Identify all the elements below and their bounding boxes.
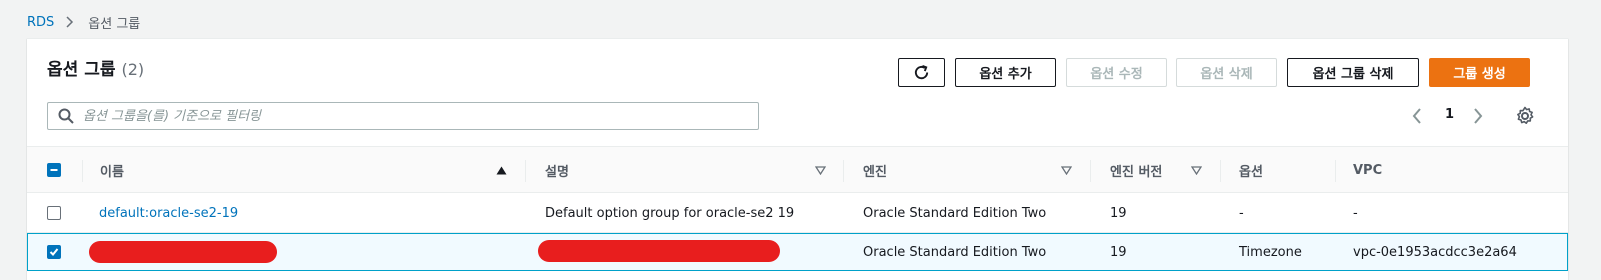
column-header-name[interactable]: 이름 — [100, 147, 124, 194]
column-label: 설명 — [545, 165, 569, 180]
chevron-left-icon — [1411, 107, 1423, 125]
column-header-options: 옵션 — [1239, 147, 1263, 194]
redacted-name-mark — [89, 241, 277, 263]
redacted-description-mark — [538, 240, 780, 262]
options-cell: Timezone — [1239, 244, 1302, 260]
item-count: (2) — [121, 60, 145, 79]
column-label: 엔진 — [863, 165, 887, 180]
sort-icon[interactable] — [1061, 147, 1072, 194]
column-header-vpc: VPC — [1353, 147, 1382, 194]
current-page-number[interactable]: 1 — [1445, 107, 1454, 122]
column-divider — [525, 160, 526, 182]
refresh-icon — [913, 64, 930, 81]
select-all-checkbox[interactable] — [47, 163, 61, 177]
column-divider — [843, 160, 844, 182]
previous-page-button[interactable] — [1411, 105, 1423, 127]
column-label: VPC — [1353, 163, 1383, 178]
page-title: 옵션 그룹 (2) — [47, 55, 144, 80]
sort-icon[interactable] — [815, 147, 826, 194]
chevron-right-icon — [66, 16, 76, 28]
vpc-cell: vpc-0e1953acdcc3e2a64 — [1353, 244, 1517, 260]
checkmark-icon — [49, 247, 59, 257]
add-option-button[interactable]: 옵션 추가 — [955, 58, 1056, 87]
column-divider — [1090, 160, 1091, 182]
filter-input[interactable] — [83, 108, 683, 124]
row-checkbox[interactable] — [47, 245, 61, 259]
indeterminate-icon — [49, 165, 59, 175]
table-row-selected[interactable]: Oracle Standard Edition Two 19 Timezone … — [27, 233, 1568, 271]
column-header-engine-version[interactable]: 엔진 버전 — [1110, 147, 1162, 194]
column-label: 옵션 — [1239, 165, 1263, 180]
column-header-description[interactable]: 설명 — [545, 147, 569, 194]
column-header-engine[interactable]: 엔진 — [863, 147, 887, 194]
next-page-button[interactable] — [1472, 105, 1484, 127]
column-divider — [82, 160, 83, 182]
breadcrumb: RDS 옵션 그룹 — [27, 12, 140, 32]
delete-option-button[interactable]: 옵션 삭제 — [1176, 58, 1277, 87]
chevron-right-icon — [1472, 107, 1484, 125]
column-divider — [1335, 160, 1336, 182]
vpc-cell: - — [1353, 206, 1358, 221]
option-groups-panel: 옵션 그룹 (2) 옵션 추가 옵션 수정 옵션 삭제 옵션 그룹 삭제 그룹 … — [27, 38, 1568, 280]
search-icon — [58, 108, 74, 124]
description-cell: Default option group for oracle-se2 19 — [545, 206, 795, 221]
column-label: 엔진 버전 — [1110, 165, 1163, 180]
sort-icon[interactable] — [1191, 147, 1202, 194]
modify-option-button[interactable]: 옵션 수정 — [1066, 58, 1167, 87]
table-settings-button[interactable] — [1515, 106, 1535, 126]
row-checkbox[interactable] — [47, 206, 61, 220]
engine-cell: Oracle Standard Edition Two — [863, 206, 1047, 221]
table-row[interactable]: default:oracle-se2-19 Default option gro… — [27, 194, 1568, 233]
page-title-text: 옵션 그룹 — [47, 60, 116, 80]
delete-option-group-button[interactable]: 옵션 그룹 삭제 — [1287, 58, 1419, 87]
table-header: 이름 설명 엔진 엔진 버전 옵션 VPC — [27, 146, 1568, 193]
column-label: 이름 — [100, 165, 124, 180]
breadcrumb-current: 옵션 그룹 — [88, 16, 141, 32]
filter-search — [47, 102, 759, 130]
gear-icon — [1515, 106, 1535, 126]
create-group-button[interactable]: 그룹 생성 — [1429, 58, 1530, 87]
breadcrumb-rds-link[interactable]: RDS — [27, 15, 54, 30]
engine-cell: Oracle Standard Edition Two — [863, 244, 1047, 260]
column-divider — [1220, 160, 1221, 182]
engine-version-cell: 19 — [1110, 206, 1127, 221]
sort-ascending-icon[interactable] — [496, 147, 507, 194]
engine-version-cell: 19 — [1110, 244, 1127, 260]
options-cell: - — [1239, 206, 1244, 221]
refresh-button[interactable] — [898, 58, 945, 87]
option-group-name-link[interactable]: default:oracle-se2-19 — [99, 206, 238, 221]
